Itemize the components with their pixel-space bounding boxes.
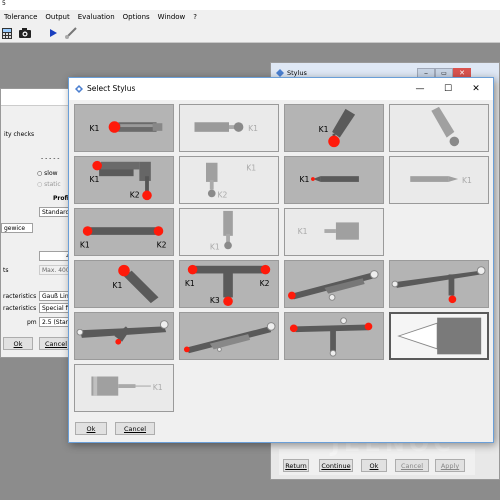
stylus-option-15[interactable] bbox=[389, 260, 489, 308]
slider-ticks[interactable]: ‐ ‐ ‐ ‐ ‐ bbox=[41, 155, 59, 162]
svg-text:K1: K1 bbox=[80, 240, 90, 249]
svg-text:K1: K1 bbox=[300, 175, 310, 184]
svg-text:K1: K1 bbox=[153, 383, 163, 392]
dialog-titlebar: Select Stylus — ☐ ✕ bbox=[69, 78, 493, 100]
menu-options[interactable]: Options bbox=[119, 13, 154, 21]
dialog-cancel-button[interactable]: Cancel bbox=[115, 422, 155, 435]
stylus-option-7[interactable]: K1 bbox=[284, 156, 384, 204]
menu-window[interactable]: Window bbox=[154, 13, 190, 21]
menu-help[interactable]: ? bbox=[189, 13, 201, 21]
camera-icon[interactable] bbox=[18, 26, 32, 40]
menu-output[interactable]: Output bbox=[41, 13, 73, 21]
svg-text:K2: K2 bbox=[157, 240, 167, 249]
play-icon[interactable] bbox=[46, 26, 60, 40]
label-static: static bbox=[44, 181, 61, 188]
select-stylus-dialog: Select Stylus — ☐ ✕ K1 K1 K1 K1 K2 K2 K1… bbox=[68, 77, 494, 443]
dialog-title: Select Stylus bbox=[87, 84, 136, 93]
dialog-app-icon bbox=[74, 84, 84, 96]
stylus-option-5[interactable]: K1 K2 bbox=[74, 156, 174, 204]
svg-text:K1: K1 bbox=[185, 279, 195, 288]
main-toolbar bbox=[0, 24, 500, 43]
svg-text:K2: K2 bbox=[130, 190, 140, 199]
stylus-option-4[interactable] bbox=[389, 104, 489, 152]
apply-button[interactable]: Apply bbox=[435, 459, 465, 472]
stylus-option-18[interactable] bbox=[284, 312, 384, 360]
stylus-option-14[interactable] bbox=[284, 260, 384, 308]
stylus-option-20[interactable]: K1 bbox=[74, 364, 174, 412]
minimize-icon[interactable]: — bbox=[409, 81, 431, 97]
main-menu-bar: Tolerance Output Evaluation Options Wind… bbox=[0, 10, 500, 24]
svg-text:K1: K1 bbox=[248, 124, 258, 133]
stylus-option-9[interactable]: K1 K2 bbox=[74, 208, 174, 256]
stylus-option-1[interactable]: K1 bbox=[74, 104, 174, 152]
stylus-option-8[interactable]: K1 bbox=[389, 156, 489, 204]
dialog-ok-button[interactable]: Ok bbox=[75, 422, 107, 435]
label-slow: slow bbox=[44, 170, 58, 177]
svg-text:K2: K2 bbox=[260, 279, 270, 288]
label-ts: ts bbox=[3, 267, 9, 274]
stylus-option-13[interactable]: K1 K2 K3 bbox=[179, 260, 279, 308]
stylus-option-12[interactable]: K1 bbox=[74, 260, 174, 308]
continue-button[interactable]: Continue bbox=[319, 459, 353, 472]
svg-text:K1: K1 bbox=[319, 125, 329, 134]
stylus-ok-button[interactable]: Ok bbox=[361, 459, 387, 472]
probe-icon[interactable] bbox=[64, 26, 78, 40]
return-button[interactable]: Return bbox=[283, 459, 309, 472]
svg-text:K3: K3 bbox=[210, 296, 220, 305]
label-ity-checks: ity checks bbox=[4, 131, 35, 138]
stylus-option-10[interactable]: K1 bbox=[179, 208, 279, 256]
menu-tolerance[interactable]: Tolerance bbox=[0, 13, 41, 21]
radio-static[interactable]: ○ static bbox=[37, 181, 61, 188]
app-title-fragment: 5 bbox=[0, 0, 500, 10]
stylus-window-title: Stylus bbox=[287, 69, 307, 77]
stylus-option-3[interactable]: K1 bbox=[284, 104, 384, 152]
stylus-option-6[interactable]: K2 K1 bbox=[179, 156, 279, 204]
svg-text:K1: K1 bbox=[210, 242, 220, 251]
label-characteristics-2: racteristics bbox=[3, 305, 37, 312]
gewice-select[interactable]: gewice bbox=[1, 223, 33, 233]
svg-text:K1: K1 bbox=[462, 176, 472, 185]
stylus-option-11[interactable]: K1 bbox=[284, 208, 384, 256]
calculator-icon[interactable] bbox=[0, 26, 14, 40]
stylus-option-2[interactable]: K1 bbox=[179, 104, 279, 152]
stylus-cancel-button[interactable]: Cancel bbox=[395, 459, 429, 472]
left-settings-window: ity checks ‐ ‐ ‐ ‐ ‐ ○ slow ○ static Pro… bbox=[0, 88, 73, 358]
menu-evaluation[interactable]: Evaluation bbox=[74, 13, 119, 21]
svg-text:K1: K1 bbox=[246, 163, 256, 172]
svg-text:K1: K1 bbox=[113, 281, 123, 290]
svg-text:K1: K1 bbox=[298, 227, 308, 236]
stylus-option-19-selected[interactable] bbox=[389, 312, 489, 360]
left-ok-button[interactable]: Ok bbox=[3, 337, 33, 350]
label-pm: pm bbox=[27, 319, 37, 326]
stylus-option-16[interactable] bbox=[74, 312, 174, 360]
stylus-option-17[interactable] bbox=[179, 312, 279, 360]
close-icon[interactable]: ✕ bbox=[465, 81, 487, 97]
svg-text:K1: K1 bbox=[90, 175, 100, 184]
maximize-icon[interactable]: ☐ bbox=[437, 81, 459, 97]
radio-slow[interactable]: ○ slow bbox=[37, 170, 58, 177]
label-k1: K1 bbox=[90, 124, 100, 133]
svg-text:K2: K2 bbox=[218, 190, 228, 199]
left-window-titlebar bbox=[1, 89, 73, 106]
label-characteristics-1: racteristics bbox=[3, 293, 37, 300]
